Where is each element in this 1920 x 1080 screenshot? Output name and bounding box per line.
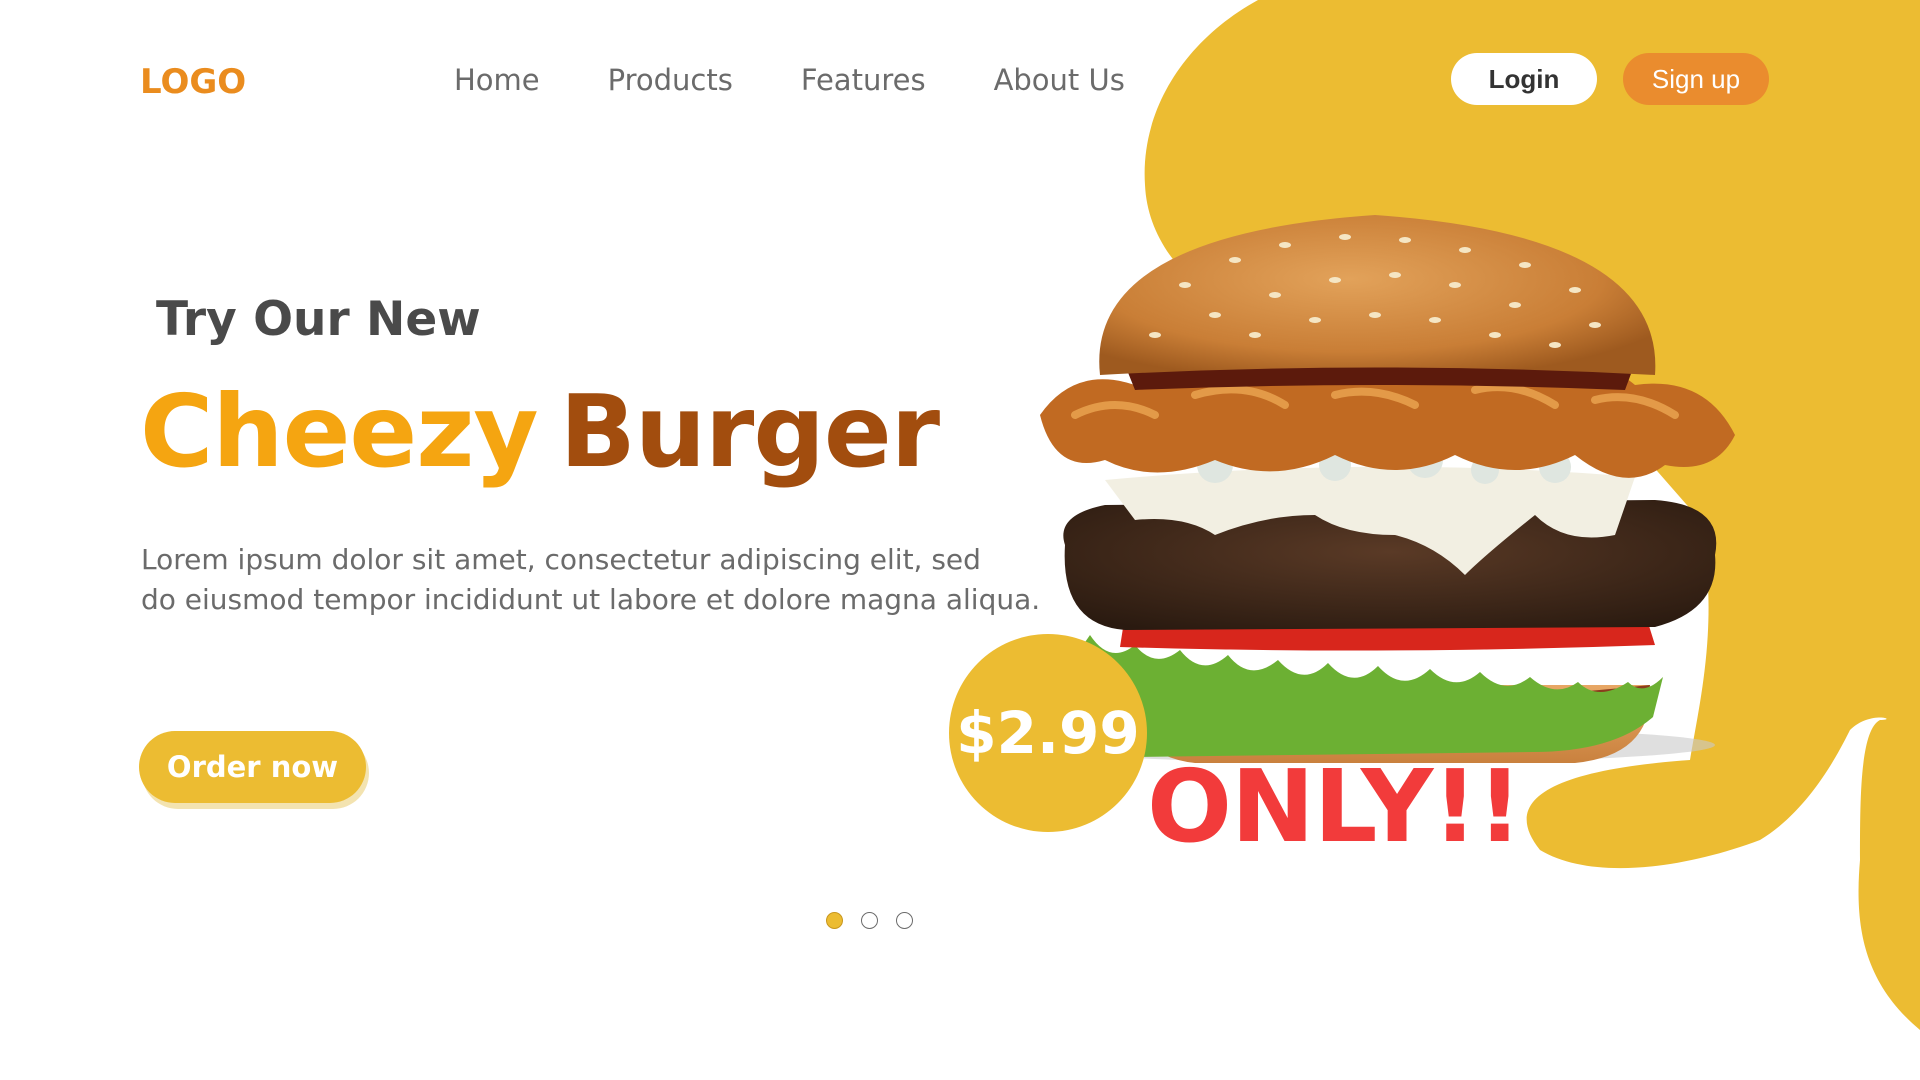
headline-word-burger: Burger [559,373,940,490]
top-bun [1099,215,1656,375]
carousel-dot-1[interactable] [826,912,843,929]
description-line-1: Lorem ipsum dolor sit amet, consectetur … [141,543,981,576]
logo[interactable]: LOGO [140,62,246,102]
price-badge: $2.99 [949,634,1147,832]
hero-headline: Cheezy Burger [140,372,940,492]
nav-home[interactable]: Home [454,62,540,98]
nav-features[interactable]: Features [801,62,926,98]
nav-products[interactable]: Products [608,62,733,98]
only-callout: ONLY!! [1147,748,1522,865]
signup-button[interactable]: Sign up [1623,53,1769,105]
login-button[interactable]: Login [1451,53,1597,105]
carousel-dots [826,912,913,929]
main-nav: Home Products Features About Us [454,62,1193,98]
carousel-dot-3[interactable] [896,912,913,929]
headline-word-cheezy: Cheezy [140,373,539,490]
order-now-button[interactable]: Order now [139,731,366,803]
carousel-dot-2[interactable] [861,912,878,929]
landing-page: LOGO Home Products Features About Us Log… [0,0,1920,1080]
hero-description: Lorem ipsum dolor sit amet, consectetur … [141,540,1041,620]
nav-about-us[interactable]: About Us [994,62,1125,98]
hero-kicker: Try Our New [156,292,481,347]
description-line-2: do eiusmod tempor incididunt ut labore e… [141,583,1041,616]
